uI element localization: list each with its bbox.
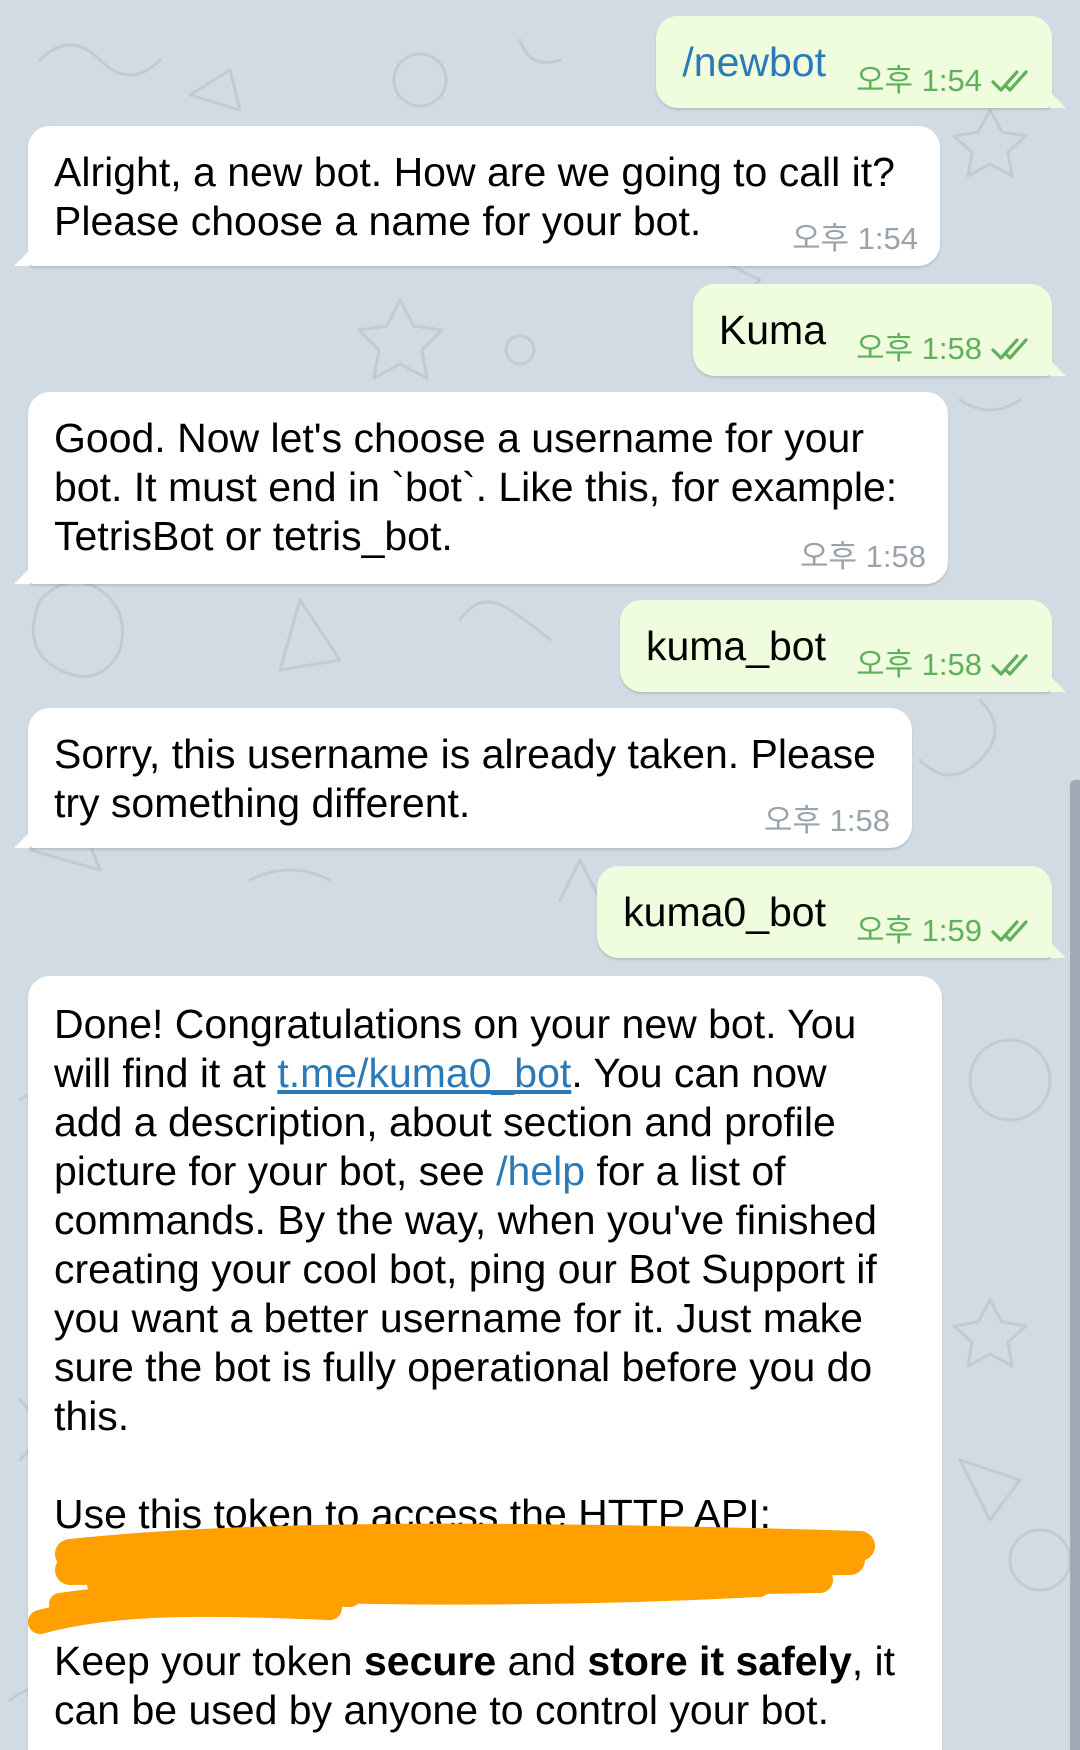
incoming-message[interactable]: Sorry, this username is already taken. P… <box>14 708 912 848</box>
outgoing-message[interactable]: kuma_bot 오후 1:58 <box>619 600 1066 692</box>
message-line: bot. It must end in `bot`. Like this, fo… <box>54 464 898 510</box>
message-line: picture for your bot, see /help for a li… <box>54 1148 786 1194</box>
message-time: 오후 1:58 <box>800 539 926 574</box>
token-text[interactable]: 7 <box>54 1539 918 1588</box>
message-time: 오후 1:54 <box>792 221 918 256</box>
double-check-icon <box>991 920 1028 942</box>
message-line: Alright, a new bot. How are we going to … <box>54 149 895 195</box>
message-time: 오후 1:59 <box>856 913 982 948</box>
message-line: try something different. <box>54 780 471 826</box>
message-meta: 오후 1:58 <box>764 804 890 838</box>
message-text[interactable]: Alright, a new bot. How are we going to … <box>54 148 916 246</box>
outgoing-message[interactable]: Kuma 오후 1:58 <box>692 284 1066 376</box>
message-line: can be used by anyone to control your bo… <box>54 1687 829 1733</box>
message-line: Done! Congratulations on your new bot. Y… <box>54 1001 857 1047</box>
message-meta: 오후 1:59 <box>856 914 1032 948</box>
chat-scrollbar[interactable] <box>1070 780 1080 1750</box>
message-meta: 오후 1:54 <box>856 64 1032 98</box>
message-line: creating your cool bot, ping our Bot Sup… <box>54 1246 877 1292</box>
message-time: 오후 1:58 <box>764 803 890 838</box>
message-line: Keep your token secure and store it safe… <box>54 1638 896 1684</box>
message-line: Please choose a name for your bot. <box>54 198 702 244</box>
bot-link[interactable]: t.me/kuma0_bot <box>277 1050 571 1096</box>
message-line: Good. Now let's choose a username for yo… <box>54 415 865 461</box>
message-meta: 오후 1:58 <box>800 540 926 574</box>
double-check-icon <box>991 70 1028 92</box>
message-text[interactable]: Done! Congratulations on your new bot. Y… <box>54 1000 918 1735</box>
message-line: will find it at t.me/kuma0_bot. You can … <box>54 1050 827 1096</box>
outgoing-message[interactable]: kuma0_bot 오후 1:59 <box>597 866 1066 958</box>
message-time: 오후 1:58 <box>856 647 982 682</box>
message-text[interactable]: Good. Now let's choose a username for yo… <box>54 414 924 561</box>
message-line: Sorry, this username is already taken. P… <box>54 731 876 777</box>
double-check-icon <box>991 654 1028 676</box>
message-line: you want a better username for it. Just … <box>54 1295 863 1341</box>
message-meta: 오후 1:54 <box>792 222 918 256</box>
message-meta: 오후 1:58 <box>856 648 1032 682</box>
message-line: add a description, about section and pro… <box>54 1099 836 1145</box>
message-line: this. <box>54 1393 130 1439</box>
incoming-message[interactable]: Done! Congratulations on your new bot. Y… <box>28 976 942 1750</box>
message-line: commands. By the way, when you've finish… <box>54 1197 877 1243</box>
incoming-message[interactable]: Good. Now let's choose a username for yo… <box>14 392 948 584</box>
help-command-link[interactable]: /help <box>496 1148 585 1194</box>
message-line: TetrisBot or tetris_bot. <box>54 513 453 559</box>
message-time: 오후 1:54 <box>856 63 982 98</box>
outgoing-message[interactable]: /newbot 오후 1:54 <box>656 16 1066 108</box>
double-check-icon <box>991 338 1028 360</box>
message-line: Use this token to access the HTTP API: <box>54 1491 772 1537</box>
message-meta: 오후 1:58 <box>856 332 1032 366</box>
incoming-message[interactable]: Alright, a new bot. How are we going to … <box>14 126 940 266</box>
message-line: sure the bot is fully operational before… <box>54 1344 873 1390</box>
message-text[interactable]: Sorry, this username is already taken. P… <box>54 730 888 828</box>
chat-area[interactable]: /newbot 오후 1:54 Alright, a new bot. How … <box>0 0 1080 1750</box>
message-time: 오후 1:58 <box>856 331 982 366</box>
